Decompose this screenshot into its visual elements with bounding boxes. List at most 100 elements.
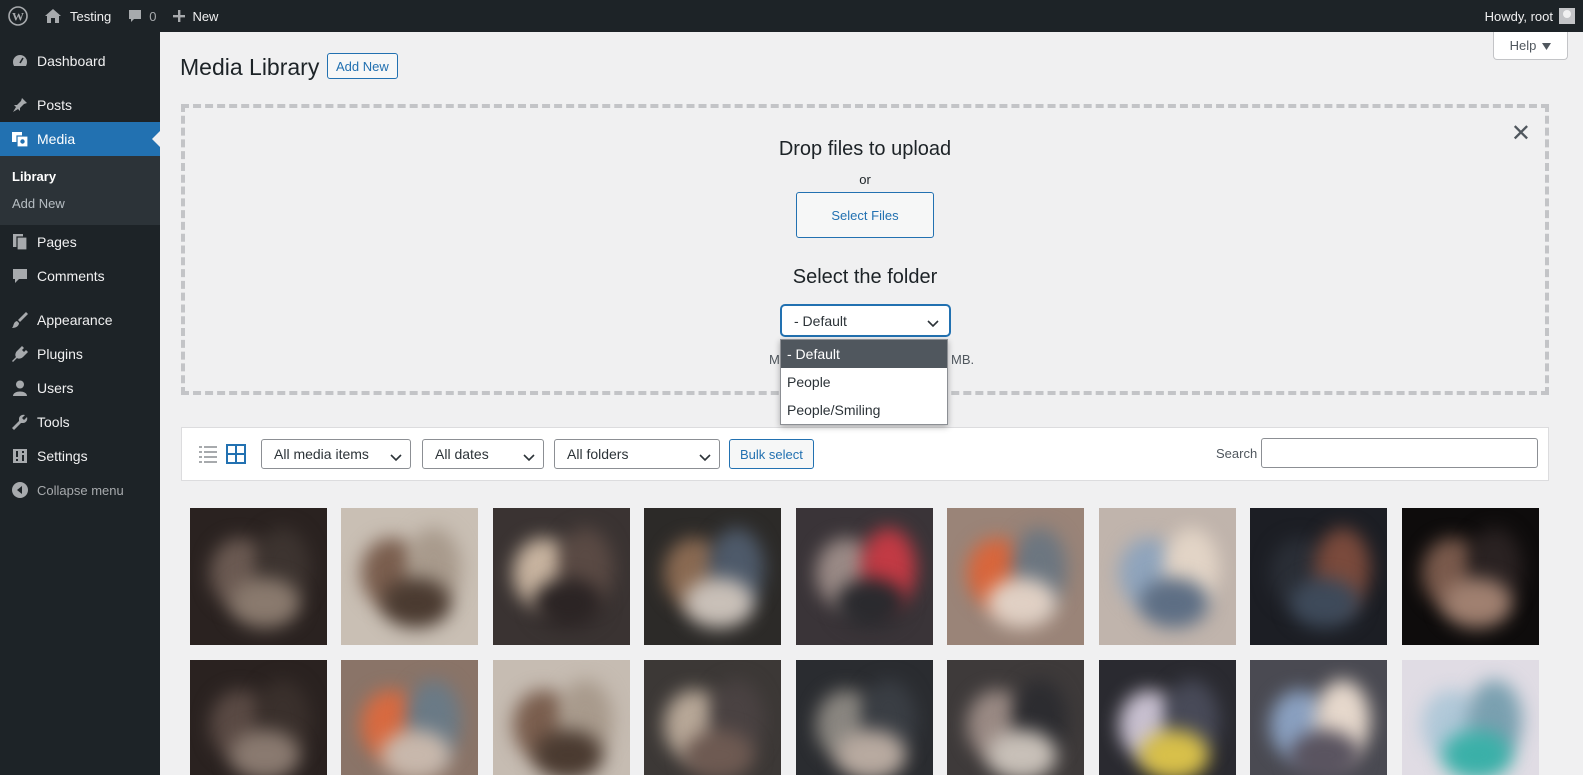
folder-filter[interactable]: All folders [554, 439, 720, 469]
date-filter[interactable]: All dates [422, 439, 544, 469]
comments-link[interactable]: 0 [119, 0, 164, 32]
brush-icon [10, 310, 30, 330]
folder-select-value: - Default [794, 312, 847, 329]
sidebar-item-media[interactable]: Media [0, 122, 160, 156]
help-button[interactable]: Help [1493, 32, 1568, 60]
comment-bubble-icon [127, 8, 143, 24]
bulk-select-button[interactable]: Bulk select [729, 439, 814, 469]
media-toolbar: All media items All dates All folders Bu… [181, 427, 1549, 481]
collapse-icon [10, 480, 30, 500]
submenu-item-add-new[interactable]: Add New [0, 190, 160, 217]
drop-files-title: Drop files to upload [778, 138, 952, 160]
chevron-down-icon [699, 449, 711, 465]
site-name-label: Testing [70, 8, 112, 24]
search-input[interactable] [1261, 438, 1538, 468]
sidebar-item-appearance[interactable]: Appearance [0, 303, 160, 337]
sidebar-item-posts[interactable]: Posts [0, 88, 160, 122]
sidebar-item-plugins[interactable]: Plugins [0, 337, 160, 371]
help-label: Help [1509, 38, 1537, 53]
folder-filter-value: All folders [567, 446, 629, 462]
dashboard-icon [10, 51, 30, 71]
media-thumbnail-1[interactable] [190, 508, 327, 645]
media-type-value: All media items [274, 446, 369, 462]
admin-bar: W Testing 0 New Howdy, root [0, 0, 1583, 32]
sidebar-item-label: Plugins [37, 346, 83, 362]
select-files-button[interactable]: Select Files [796, 192, 934, 238]
media-thumbnail-2[interactable] [341, 508, 478, 645]
media-type-filter[interactable]: All media items [261, 439, 411, 469]
wrench-icon [10, 412, 30, 432]
folder-option[interactable]: People [781, 368, 947, 396]
comments-count: 0 [149, 8, 157, 24]
media-thumbnail-4[interactable] [644, 508, 781, 645]
sidebar-item-comments[interactable]: Comments [0, 259, 160, 293]
comment-icon [10, 266, 30, 286]
sidebar-item-label: Settings [37, 448, 88, 464]
howdy-label: Howdy, root [1484, 8, 1553, 24]
media-thumbnail-10[interactable] [190, 660, 327, 775]
sidebar-item-label: Tools [37, 414, 70, 430]
sidebar-item-users[interactable]: Users [0, 371, 160, 405]
media-thumbnail-3[interactable] [493, 508, 630, 645]
new-content-link[interactable]: New [164, 0, 226, 32]
media-thumbnail-11[interactable] [341, 660, 478, 775]
select-folder-title: Select the folder [792, 266, 938, 288]
date-filter-value: All dates [435, 446, 489, 462]
media-icon [10, 129, 30, 149]
grid-view-icon[interactable] [226, 444, 246, 467]
add-new-button[interactable]: Add New [327, 53, 398, 79]
media-thumbnail-13[interactable] [644, 660, 781, 775]
media-thumbnail-15[interactable] [947, 660, 1084, 775]
media-thumbnail-7[interactable] [1099, 508, 1236, 645]
plus-icon [172, 9, 186, 23]
sidebar-item-label: Appearance [37, 312, 113, 328]
media-thumbnail-9[interactable] [1402, 508, 1539, 645]
folder-dropdown-list: - Default People People/Smiling [780, 339, 948, 425]
media-thumbnail-6[interactable] [947, 508, 1084, 645]
max-size-text-start: M [769, 352, 780, 367]
new-label: New [192, 8, 219, 24]
chevron-down-icon [927, 315, 939, 331]
max-size-text-end: MB. [951, 352, 975, 367]
media-thumbnail-18[interactable] [1402, 660, 1539, 775]
sidebar-item-dashboard[interactable]: Dashboard [0, 44, 160, 78]
settings-icon [10, 446, 30, 466]
chevron-down-icon [390, 449, 402, 465]
collapse-menu-button[interactable]: Collapse menu [0, 473, 160, 507]
list-view-icon[interactable] [198, 444, 218, 467]
sidebar-item-label: Pages [37, 234, 77, 250]
pin-icon [10, 95, 30, 115]
sidebar-item-label: Comments [37, 268, 105, 284]
main-content: Help Media Library Add New ✕ Drop files … [160, 32, 1583, 775]
plugin-icon [10, 344, 30, 364]
avatar [1559, 8, 1575, 24]
submenu-item-library[interactable]: Library [0, 163, 160, 190]
admin-sidebar: Dashboard Posts Media Library Add New Pa… [0, 32, 160, 775]
wordpress-logo-icon[interactable]: W [0, 0, 36, 32]
media-thumbnail-16[interactable] [1099, 660, 1236, 775]
sidebar-item-pages[interactable]: Pages [0, 225, 160, 259]
media-thumbnail-5[interactable] [796, 508, 933, 645]
or-text: or [859, 172, 871, 187]
folder-option[interactable]: - Default [781, 340, 947, 368]
media-thumbnail-8[interactable] [1250, 508, 1387, 645]
sidebar-item-label: Dashboard [37, 53, 106, 69]
sidebar-item-label: Posts [37, 97, 73, 113]
pages-icon [10, 232, 30, 252]
home-icon [44, 8, 62, 24]
sidebar-item-tools[interactable]: Tools [0, 405, 160, 439]
media-thumbnail-17[interactable] [1250, 660, 1387, 775]
sidebar-item-label: Users [37, 380, 74, 396]
media-thumbnail-14[interactable] [796, 660, 933, 775]
folder-option[interactable]: People/Smiling [781, 396, 947, 424]
sidebar-item-settings[interactable]: Settings [0, 439, 160, 473]
search-label: Search [1216, 446, 1258, 461]
svg-text:W: W [12, 10, 24, 24]
site-name-link[interactable]: Testing [36, 0, 119, 32]
folder-select[interactable]: - Default [781, 305, 950, 336]
caret-down-icon [1542, 38, 1552, 53]
user-icon [10, 378, 30, 398]
my-account-link[interactable]: Howdy, root [1477, 0, 1583, 32]
sidebar-item-label: Media [37, 131, 76, 147]
media-thumbnail-12[interactable] [493, 660, 630, 775]
